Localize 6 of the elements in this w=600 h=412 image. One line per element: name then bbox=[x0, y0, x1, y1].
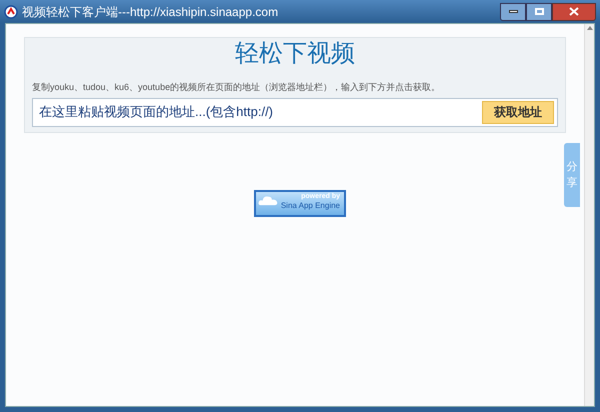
window-title: 视频轻松下客户端---http://xiashipin.sinaapp.com bbox=[22, 4, 278, 20]
instructions-text: 复制youku、tudou、ku6、youtube的视频所在页面的地址（浏览器地址栏），输入到下方并点击获取。 bbox=[32, 81, 442, 94]
fetch-button[interactable]: 获取地址 bbox=[482, 100, 554, 124]
engine-name: Sina App Engine bbox=[280, 202, 340, 210]
page-heading: 轻松下视频 bbox=[235, 39, 355, 69]
url-field[interactable]: 在这里粘贴视频页面的地址...(包含http://) 获取地址 bbox=[32, 98, 558, 126]
